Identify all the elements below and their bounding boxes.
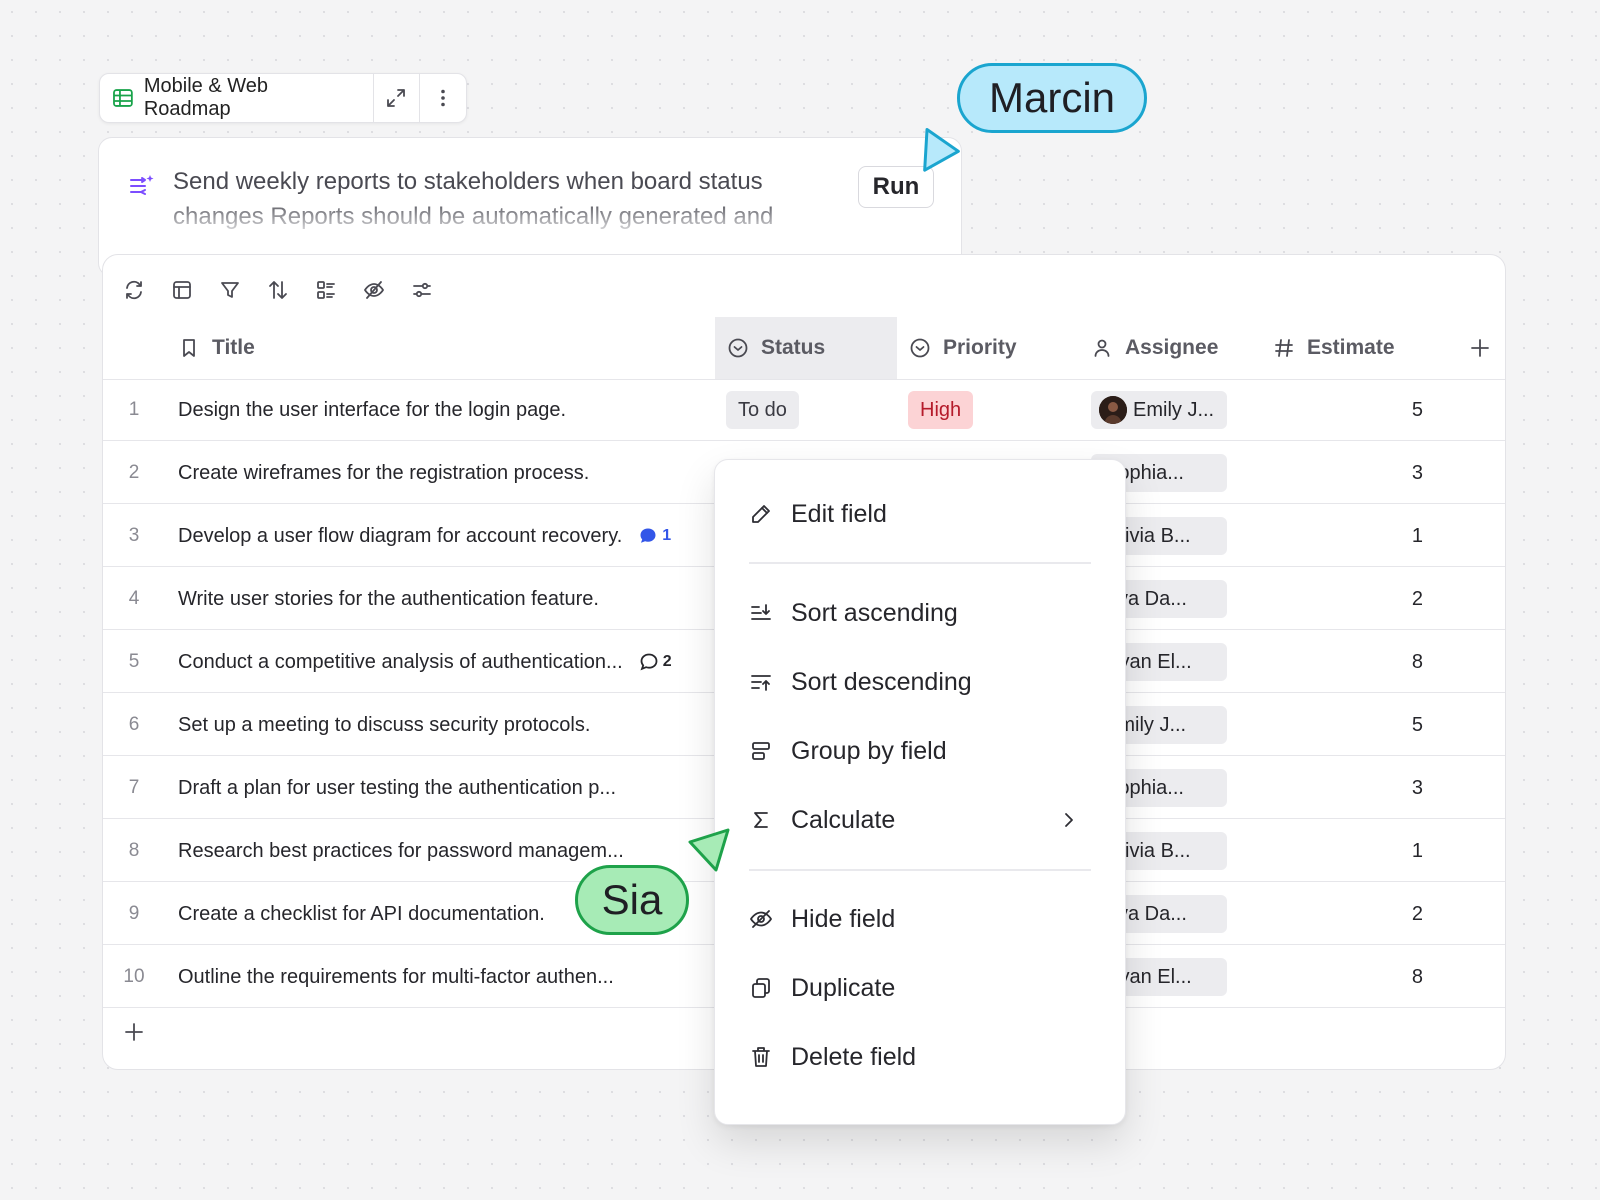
bookmark-icon: [183, 339, 195, 357]
task-title[interactable]: Outline the requirements for multi-facto…: [178, 946, 614, 1008]
plus-icon: [125, 1023, 143, 1041]
sort-icon[interactable]: [267, 279, 289, 301]
automation-prompt-input[interactable]: Send weekly reports to stakeholders when…: [173, 164, 833, 234]
status-icon: [728, 338, 748, 358]
priority-icon: [910, 338, 930, 358]
task-title[interactable]: Set up a meeting to discuss security pro…: [178, 694, 590, 756]
column-header-assignee[interactable]: Assignee: [1091, 317, 1218, 379]
menu-item-group-by-field[interactable]: Group by field: [749, 726, 1091, 776]
list-icon[interactable]: [315, 279, 337, 301]
column-header-priority[interactable]: Priority: [909, 317, 1017, 379]
row-number: 8: [128, 840, 140, 861]
board-title: Mobile & Web Roadmap: [143, 75, 268, 120]
expand-icon: [387, 89, 406, 107]
task-title[interactable]: Design the user interface for the login …: [178, 379, 566, 441]
row-number: 7: [128, 777, 140, 798]
menu-item-calculate[interactable]: Calculate: [749, 795, 1091, 845]
estimate-value[interactable]: 2: [1393, 883, 1423, 945]
collaborator-tag-sia: Sia: [575, 865, 689, 935]
more-vertical-icon: [441, 89, 445, 107]
duplicate-icon: [752, 978, 770, 998]
comment-count[interactable]: 2: [639, 652, 672, 672]
expand-button[interactable]: [374, 74, 420, 122]
collaborator-tag-marcin: Marcin: [957, 63, 1147, 133]
refresh-icon[interactable]: [123, 279, 145, 301]
ai-automation-icon: [130, 175, 154, 195]
task-title[interactable]: Conduct a competitive analysis of authen…: [178, 631, 672, 693]
estimate-value[interactable]: 1: [1393, 820, 1423, 882]
avatar: [1099, 396, 1127, 424]
menu-item-duplicate[interactable]: Duplicate: [749, 963, 1091, 1013]
priority-badge[interactable]: High: [908, 391, 974, 429]
estimate-value[interactable]: 8: [1393, 631, 1423, 693]
trash-icon: [752, 1047, 770, 1067]
row-number: 1: [128, 399, 140, 420]
comment-icon: [640, 528, 656, 543]
cursor-pointer-icon: [923, 127, 960, 172]
sort-ascending-icon: [751, 604, 771, 620]
task-title[interactable]: Write user stories for the authenticatio…: [178, 568, 599, 630]
table-header: Title Status Priority Assignee Estimate: [103, 317, 1505, 380]
column-header-status[interactable]: Status: [715, 317, 897, 379]
row-number: 2: [128, 462, 140, 483]
board-title-bar: Mobile & Web Roadmap: [99, 73, 467, 123]
estimate-value[interactable]: 5: [1393, 379, 1423, 441]
table-row[interactable]: 1 Design the user interface for the login…: [103, 379, 1505, 441]
task-title[interactable]: Research best practices for password man…: [178, 820, 624, 882]
menu-divider: [749, 562, 1091, 564]
task-title[interactable]: Create a checklist for API documentation…: [178, 883, 545, 945]
comment-count[interactable]: 1: [638, 526, 671, 546]
row-number: 3: [128, 525, 140, 546]
hash-icon: [1275, 339, 1293, 357]
person-icon: [1094, 339, 1110, 357]
row-number: 4: [128, 588, 140, 609]
layout-icon[interactable]: [171, 279, 193, 301]
add-row-button[interactable]: [123, 1021, 145, 1043]
board-name[interactable]: Mobile & Web Roadmap: [100, 74, 374, 122]
menu-item-hide-field[interactable]: Hide field: [749, 894, 1091, 944]
settings-sliders-icon[interactable]: [411, 279, 433, 301]
task-title[interactable]: Develop a user flow diagram for account …: [178, 505, 671, 567]
row-number: 6: [128, 714, 140, 735]
assignee-chip[interactable]: Emily J...: [1091, 391, 1227, 429]
table-toolbar: [123, 279, 433, 301]
comment-icon: [640, 653, 658, 671]
chevron-right-icon: [1065, 813, 1073, 827]
task-title[interactable]: Create wireframes for the registration p…: [178, 442, 589, 504]
hide-icon[interactable]: [363, 279, 385, 301]
estimate-value[interactable]: 2: [1393, 568, 1423, 630]
estimate-value[interactable]: 1: [1393, 505, 1423, 567]
estimate-value[interactable]: 5: [1393, 694, 1423, 756]
column-header-title[interactable]: Title: [178, 317, 255, 379]
filter-icon[interactable]: [219, 279, 241, 301]
more-options-button[interactable]: [419, 74, 466, 122]
sort-descending-icon: [751, 675, 771, 691]
eye-off-icon: [750, 910, 772, 928]
menu-divider: [749, 869, 1091, 871]
table-icon: [113, 89, 133, 107]
menu-item-edit-field[interactable]: Edit field: [749, 489, 1091, 539]
group-icon: [752, 742, 770, 760]
add-column-button[interactable]: [1465, 317, 1495, 379]
cursor-pointer-icon: [688, 828, 730, 872]
menu-item-sort-descending[interactable]: Sort descending: [749, 657, 1091, 707]
pencil-icon: [752, 505, 770, 523]
row-number: 5: [128, 651, 140, 672]
menu-item-delete-field[interactable]: Delete field: [749, 1032, 1091, 1082]
plus-icon: [1471, 339, 1489, 357]
menu-item-sort-ascending[interactable]: Sort ascending: [749, 588, 1091, 638]
column-context-menu: Edit field Sort ascending Sort descendin…: [714, 459, 1126, 1125]
row-number: 9: [128, 903, 140, 924]
estimate-value[interactable]: 8: [1393, 946, 1423, 1008]
status-badge[interactable]: To do: [726, 391, 799, 429]
estimate-value[interactable]: 3: [1393, 442, 1423, 504]
estimate-value[interactable]: 3: [1393, 757, 1423, 819]
task-title[interactable]: Draft a plan for user testing the authen…: [178, 757, 616, 819]
row-number: 10: [123, 966, 145, 987]
sigma-icon: [754, 812, 768, 828]
column-header-estimate[interactable]: Estimate: [1273, 317, 1395, 379]
